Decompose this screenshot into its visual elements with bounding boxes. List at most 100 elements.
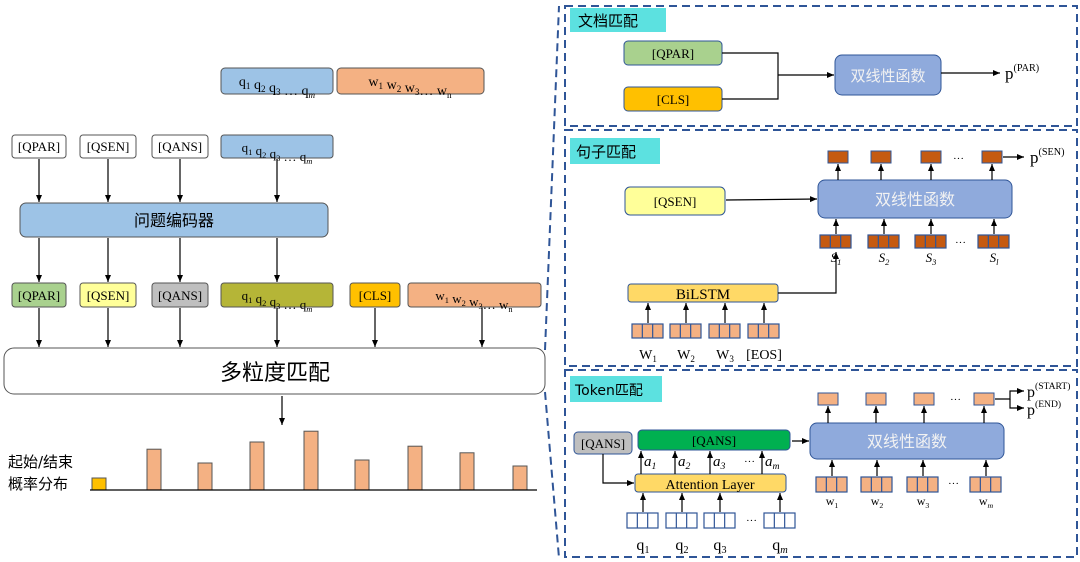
sentence-score-cell: [981, 150, 1003, 164]
cell-label: wm: [979, 494, 994, 510]
sentence-vector: [867, 234, 900, 249]
token-base: w: [401, 81, 416, 96]
token-base: q: [636, 537, 644, 554]
cell-label: Sl: [990, 250, 1000, 267]
token-base: q: [250, 78, 261, 93]
output-superscript: (PAR): [1014, 63, 1040, 74]
sen-cell-ellipsis: ···: [955, 237, 966, 249]
token-subscript: 1: [834, 501, 838, 510]
tok-qans-input-label: [QANS]: [581, 436, 625, 451]
token-subscript: m: [773, 461, 780, 472]
cell-label: W1: [639, 348, 657, 364]
prob-bar: [354, 459, 370, 491]
token-base: … q: [280, 149, 307, 164]
qsen-encoded-label: [QSEN]: [87, 288, 130, 303]
token-base: … q: [281, 84, 309, 99]
probability-bars: [91, 430, 528, 491]
token-base: q: [252, 291, 262, 306]
qpar-encoded-label: [QPAR]: [18, 288, 60, 303]
passage-token-vector: [906, 476, 939, 493]
question-vector: [665, 512, 698, 529]
cell-label: S2: [879, 250, 891, 267]
token-base: q: [239, 75, 246, 90]
prob-bar: [91, 477, 107, 491]
token-subscript: 3: [720, 461, 726, 472]
cls-label: [CLS]: [359, 288, 392, 303]
sentence-score-cell: [920, 150, 942, 164]
doc-output-label: p(PAR): [1005, 63, 1039, 83]
cell-label: q3: [713, 537, 726, 556]
token-subscript: 2: [885, 257, 890, 267]
qsen-input-label: [QSEN]: [87, 139, 130, 154]
token-subscript: m: [988, 501, 994, 510]
qpar-input-label: [QPAR]: [18, 139, 60, 154]
token-subscript: 3: [729, 354, 734, 364]
token-base: q: [675, 537, 683, 554]
token-base: a: [644, 454, 652, 470]
tok-q-ellipsis: ···: [746, 515, 757, 527]
token-score-cell: [865, 392, 887, 406]
word-vector: [708, 323, 741, 339]
tok-qans-output-label: [QANS]: [692, 433, 736, 448]
question-vector: [626, 512, 659, 529]
passage-token-vector: [860, 476, 893, 493]
sentence-vector: [914, 234, 947, 249]
token-base: [EOS]: [746, 348, 782, 363]
doc-cls-label: [CLS]: [657, 92, 690, 107]
token-subscript: 2: [690, 354, 695, 364]
output-base: p: [1030, 148, 1039, 167]
attention-weight-label: am: [765, 454, 780, 472]
token-base: q: [265, 81, 276, 96]
zoom-connector-top: [544, 5, 560, 351]
end-output-arrow: [1009, 399, 1024, 411]
cell-label: w3: [917, 494, 930, 510]
prob-bar: [459, 452, 475, 491]
token-subscript: 1: [652, 461, 657, 472]
prob-bar: [146, 448, 162, 491]
token-score-cell: [973, 392, 995, 406]
token-subscript: m: [309, 90, 316, 100]
sen-out-ellipsis: ···: [953, 153, 964, 165]
tok-w-ellipsis: ···: [948, 478, 959, 490]
token-subscript: 3: [925, 501, 929, 510]
token-base: w: [917, 494, 926, 508]
token-base: … q: [280, 297, 307, 312]
token-base: w: [466, 294, 479, 309]
tok-out-ellipsis: ···: [950, 394, 961, 406]
token-base: w: [383, 78, 398, 93]
prob-label-line1: 起始/结束: [8, 453, 73, 471]
doc-join-connector: [722, 52, 779, 100]
token-score-cell: [817, 392, 839, 406]
qans-input-label: [QANS]: [158, 139, 202, 154]
zoom-connector-bottom: [544, 391, 560, 559]
token-base: q: [266, 294, 276, 309]
token-base: w: [979, 494, 988, 508]
tok-a-ellipsis: ···: [744, 456, 755, 468]
token-subscript: 2: [686, 461, 691, 472]
attention-weight-label: a2: [678, 454, 691, 472]
token-subscript: m: [780, 545, 788, 556]
sentence-score-cell: [827, 150, 849, 164]
prob-bar: [407, 445, 423, 491]
token-subscript: l: [996, 257, 999, 267]
token-subscript: m: [306, 156, 312, 166]
sentence-vector: [977, 234, 1010, 249]
cell-label: q1: [636, 537, 649, 556]
cell-label: W2: [677, 348, 695, 364]
sen-bilinear-label: 双线性函数: [875, 190, 955, 209]
prob-bar: [512, 465, 528, 491]
output-base: p: [1027, 384, 1035, 401]
sen-output-label: p(SEN): [1030, 147, 1065, 167]
output-superscript: (SEN): [1039, 147, 1065, 158]
sentence-vector: [819, 234, 852, 249]
doc-qpar-label: [QPAR]: [652, 46, 694, 61]
question-vector: [763, 512, 796, 529]
token-subscript: 2: [683, 545, 688, 556]
token-subscript: 3: [931, 257, 936, 267]
token-base: w: [826, 494, 835, 508]
token-base: a: [765, 454, 773, 470]
token-subscript: n: [447, 90, 452, 100]
token-subscript: 2: [879, 501, 883, 510]
passage-token-vector: [969, 476, 1002, 493]
word-vector: [631, 323, 664, 339]
